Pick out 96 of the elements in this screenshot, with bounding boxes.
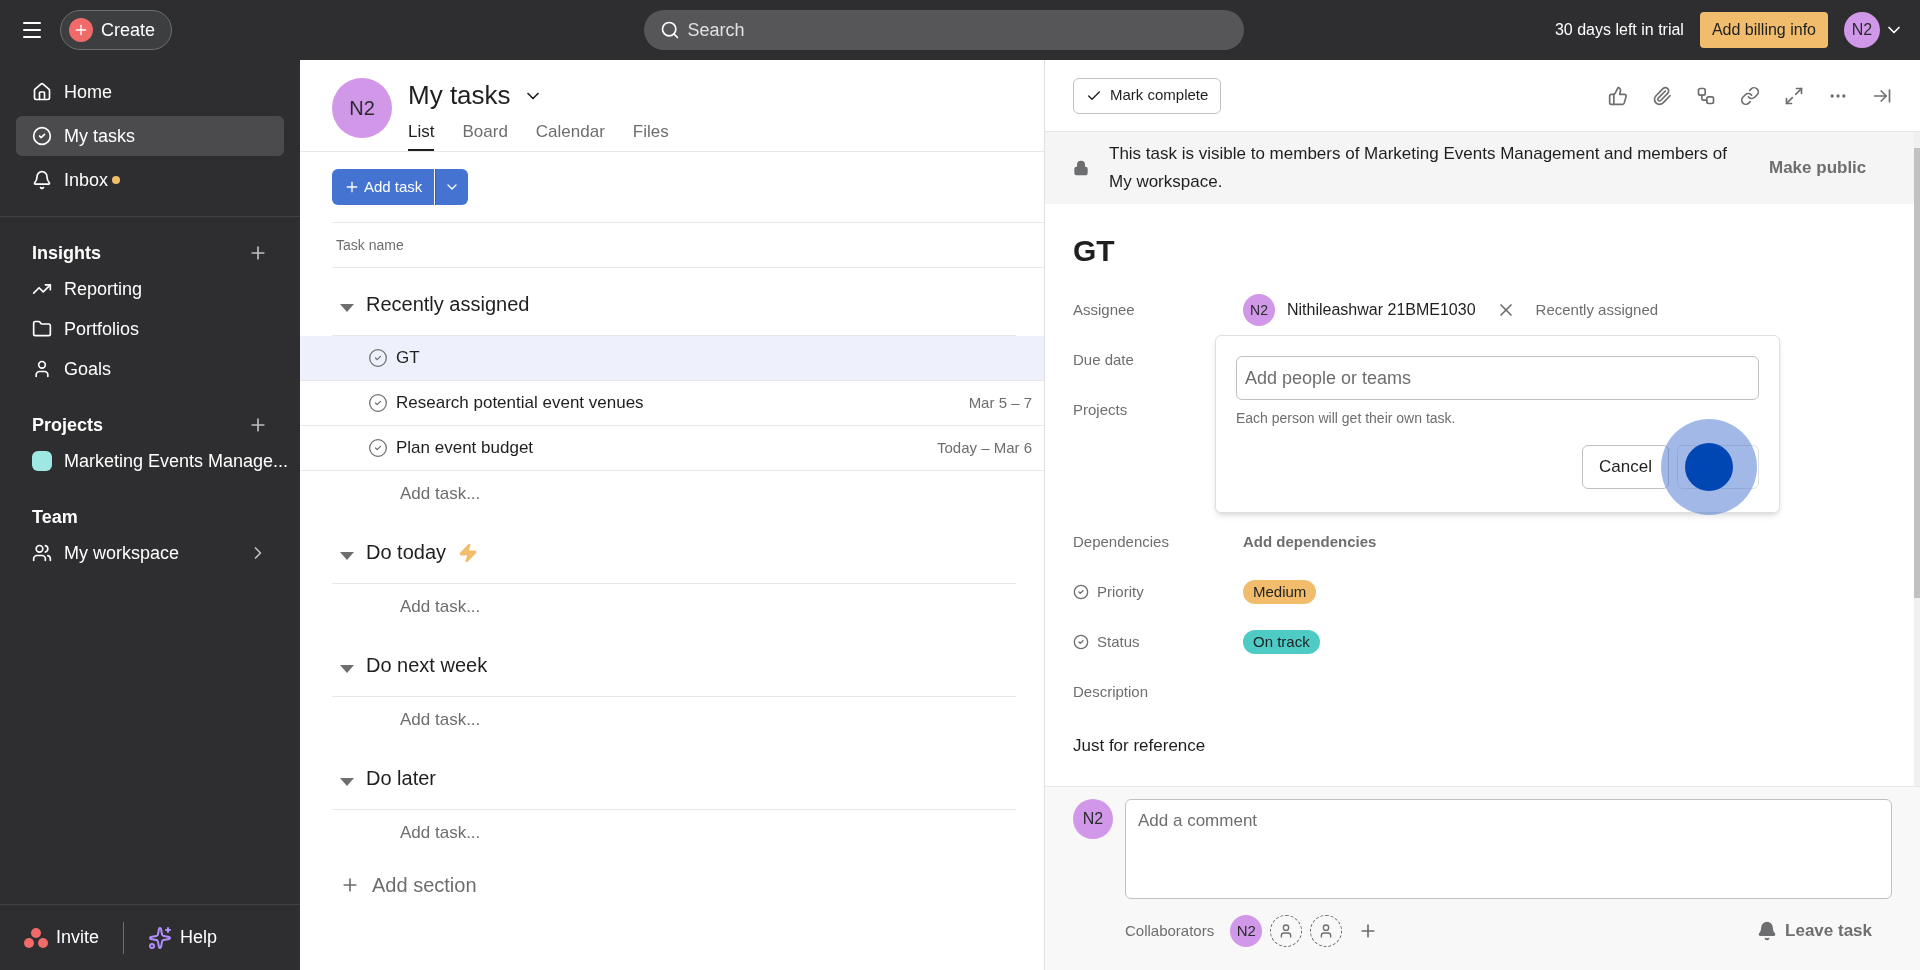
chevron-circle-icon (1073, 634, 1089, 650)
collaborators-label: Collaborators (1125, 920, 1215, 941)
task-date: Today – Mar 6 (936, 437, 1032, 458)
paperclip-icon[interactable] (1652, 85, 1672, 106)
sidebar-item[interactable]: Portfolios (16, 309, 284, 349)
avatar: N2 (332, 78, 392, 138)
bell-icon (32, 170, 52, 190)
complete-icon[interactable] (368, 393, 388, 413)
view-tab[interactable]: Calendar (535, 119, 605, 151)
people-field[interactable]: Add people or teams (1236, 356, 1759, 400)
chevron-circle-icon (1073, 584, 1089, 600)
add-task-link[interactable]: Add task... (400, 819, 481, 846)
avatar: N2 (1073, 799, 1113, 839)
create-button[interactable]: Create (60, 10, 173, 50)
search-icon (659, 20, 680, 40)
help-button[interactable]: Help (148, 924, 218, 951)
complete-icon[interactable] (368, 348, 388, 368)
field-label: Projects (1073, 400, 1128, 420)
add-task-link[interactable]: Add task... (400, 593, 481, 620)
tag[interactable]: On track (1243, 630, 1320, 654)
section-title: Do today (366, 540, 447, 565)
section-dropdown[interactable]: Recently assigned (1535, 298, 1659, 322)
sidebar-item[interactable]: Home (16, 72, 284, 112)
make-public-button[interactable]: Make public (1769, 155, 1867, 181)
sidebar-item[interactable]: My tasks (16, 116, 284, 156)
leave-task-button[interactable]: Leave task (1757, 918, 1872, 944)
avatar: N2 (1844, 12, 1880, 48)
subtask-icon[interactable] (1696, 85, 1716, 106)
field-label: Due date (1073, 349, 1134, 370)
group-title: Team (32, 505, 78, 529)
tag[interactable]: Medium (1243, 580, 1317, 604)
add-task-link[interactable]: Add task... (400, 706, 481, 733)
bell-icon (1757, 921, 1778, 941)
field-label: Description (1073, 681, 1149, 702)
group-title: Projects (32, 413, 104, 437)
person-icon (32, 359, 52, 379)
field-label: Status (1097, 631, 1140, 652)
comment-field[interactable]: Add a comment (1125, 799, 1892, 899)
plus-icon (344, 179, 360, 195)
collapse-icon[interactable] (340, 552, 354, 560)
task-name: Research potential event venues (396, 392, 645, 415)
trial-text: 30 days left in trial (1554, 20, 1684, 40)
dots-icon (24, 927, 48, 948)
cancel-button[interactable]: Cancel (1582, 445, 1669, 489)
sidebar-item[interactable]: Goals (16, 349, 284, 389)
expand-icon[interactable] (1784, 85, 1804, 106)
collapse-icon[interactable] (340, 778, 354, 786)
task-date: Mar 5 – 7 (968, 392, 1032, 413)
add-task-button[interactable]: Add task (332, 169, 435, 205)
plus-icon (69, 18, 93, 42)
billing-button[interactable]: Add billing info (1699, 12, 1828, 48)
add-section-button[interactable]: Add section (340, 870, 477, 900)
collapse-icon[interactable] (340, 304, 354, 312)
sidebar-item[interactable]: Inbox (16, 160, 284, 200)
sparkle-icon (148, 925, 173, 950)
view-tab[interactable]: Board (462, 119, 508, 151)
task-name: GT (396, 347, 421, 370)
task-row[interactable]: Research potential event venues Mar 5 – 7 (300, 381, 1044, 426)
dropdown-button[interactable] (435, 169, 469, 205)
mark-complete-button[interactable]: Mark complete (1073, 77, 1222, 114)
avatar: N2 (1230, 915, 1263, 947)
group-title: Insights (32, 241, 101, 265)
link-icon[interactable] (1740, 85, 1760, 106)
field-label: Assignee (1073, 299, 1135, 320)
section-title: Recently assigned (366, 292, 530, 317)
lock-icon (1073, 160, 1089, 176)
complete-icon[interactable] (368, 438, 388, 458)
invite-button[interactable]: Invite (24, 924, 100, 951)
check-circle-icon (32, 126, 52, 146)
visibility-notice: This task is visible to members of Marketing Events Management and members of My workspace. (1109, 143, 1728, 193)
task-row[interactable]: GT (300, 336, 1044, 381)
people-icon (32, 543, 52, 563)
sidebar-item[interactable]: My workspace (16, 533, 284, 573)
field-label: Priority (1097, 581, 1144, 602)
section-title: Do next week (366, 653, 488, 678)
search-field[interactable]: Search (643, 10, 1244, 50)
hint-text: Each person will get their own task. (1236, 409, 1457, 428)
task-row[interactable]: Plan event budget Today – Mar 6 (300, 426, 1044, 471)
description-text: Just for reference (1073, 735, 1207, 757)
add-task-link[interactable]: Add task... (400, 480, 481, 507)
add-dependencies-link[interactable]: Add dependencies (1243, 530, 1377, 554)
view-tab[interactable]: List (408, 119, 435, 151)
task-title: GT (1073, 233, 1116, 269)
task-name: Plan event budget (396, 437, 535, 460)
collapse-icon[interactable] (340, 665, 354, 673)
avatar: N2 (1243, 294, 1275, 326)
folder-icon (32, 319, 52, 339)
sidebar-item[interactable]: Reporting (16, 269, 284, 309)
column-header: Task name (336, 235, 404, 255)
section-title: Do later (366, 766, 437, 791)
thumbs-up-icon[interactable] (1608, 85, 1628, 106)
field-label: Dependencies (1073, 531, 1169, 552)
assignee-name[interactable]: Nithileashwar 21BME1030 (1287, 298, 1476, 322)
view-tab[interactable]: Files (632, 119, 669, 151)
page-title: My tasks (408, 79, 511, 112)
home-icon (32, 82, 52, 102)
